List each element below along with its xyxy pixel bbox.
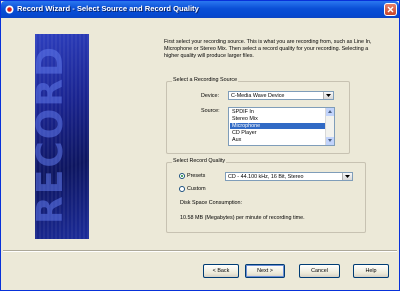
presets-select[interactable]: CD - 44.100 kHz, 16 Bit, Stereo [225, 172, 353, 181]
source-listbox[interactable]: SPDIF In Stereo Mix Microphone CD Player… [228, 107, 335, 146]
device-select-value: C-Media Wave Device [231, 93, 285, 99]
source-option-stereo-mix[interactable]: Stereo Mix [230, 116, 328, 122]
source-scrollbar[interactable] [325, 108, 334, 145]
button-separator [3, 250, 397, 252]
scroll-down-button[interactable] [326, 137, 334, 145]
recording-source-group-label: Select a Recording Source [172, 77, 239, 83]
help-button[interactable]: Help [353, 264, 389, 278]
source-option-cd-player[interactable]: CD Player [230, 130, 328, 136]
wizard-app-icon [5, 5, 14, 14]
back-button[interactable]: < Back [203, 264, 239, 278]
source-option-spdif-in[interactable]: SPDIF In [230, 109, 328, 115]
cancel-button[interactable]: Cancel [299, 264, 340, 278]
disk-space-value: 10.58 MB (Megabytes) per minute of recor… [180, 215, 305, 221]
device-select[interactable]: C-Media Wave Device [228, 91, 334, 100]
chevron-down-icon [326, 94, 331, 97]
record-banner-text: RECORD [35, 45, 71, 224]
chevron-up-icon [328, 110, 332, 113]
close-icon [387, 6, 394, 13]
chevron-down-icon [345, 175, 350, 178]
chevron-down-icon [328, 139, 332, 142]
next-button[interactable]: Next > [245, 264, 285, 278]
source-option-aux[interactable]: Aux [230, 137, 328, 143]
source-label: Source: [201, 108, 220, 114]
instructions-text: First select your recording source. This… [164, 39, 372, 59]
record-banner-image: RECORD [35, 34, 89, 239]
record-quality-group-label: Select Record Quality [172, 158, 227, 164]
presets-label[interactable]: Presets [187, 173, 205, 179]
record-wizard-window: Record Wizard - Select Source and Record… [0, 0, 400, 291]
source-option-microphone[interactable]: Microphone [230, 123, 328, 129]
device-dropdown-arrow[interactable] [323, 92, 333, 99]
title-bar[interactable]: Record Wizard - Select Source and Record… [1, 1, 399, 18]
presets-radio[interactable] [179, 173, 185, 179]
scroll-up-button[interactable] [326, 108, 334, 116]
device-label: Device: [201, 93, 219, 99]
custom-label[interactable]: Custom [187, 186, 206, 192]
radio-selected-dot [181, 175, 183, 177]
close-button[interactable] [384, 3, 397, 16]
window-title: Record Wizard - Select Source and Record… [17, 4, 199, 13]
custom-radio[interactable] [179, 186, 185, 192]
disk-space-label: Disk Space Consumption: [180, 200, 243, 206]
presets-select-value: CD - 44.100 kHz, 16 Bit, Stereo [228, 174, 304, 180]
presets-dropdown-arrow[interactable] [342, 173, 352, 180]
